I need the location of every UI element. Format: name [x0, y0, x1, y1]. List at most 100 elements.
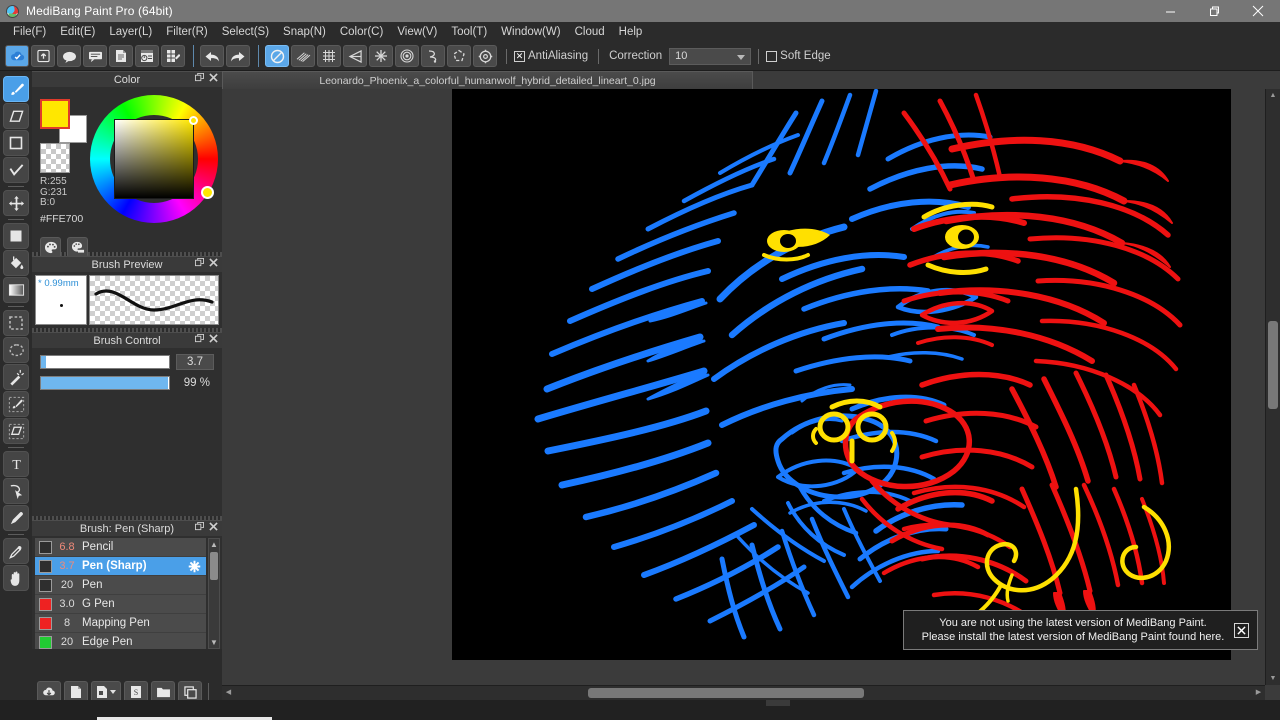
brush-list-item[interactable]: 3.0 G Pen: [35, 595, 206, 614]
brush-list-scrollbar[interactable]: ▲ ▼: [208, 538, 220, 649]
page-icon-button[interactable]: [109, 45, 133, 67]
close-icon[interactable]: [209, 258, 218, 267]
scroll-down-icon[interactable]: ▼: [209, 637, 219, 648]
color-wheel[interactable]: [90, 95, 218, 223]
upload-icon-button[interactable]: [31, 45, 55, 67]
palette-icon-button[interactable]: [40, 237, 61, 258]
tool-select-eraser[interactable]: [3, 418, 29, 444]
canvas-vertical-scrollbar[interactable]: ▲ ▼: [1265, 89, 1280, 685]
menu-snap[interactable]: Snap(N): [276, 24, 333, 41]
tool-gradient[interactable]: [3, 277, 29, 303]
undo-arrow-icon-button[interactable]: [200, 45, 224, 67]
brush-size-value[interactable]: 3.7: [176, 354, 214, 370]
tool-fill-rect[interactable]: [3, 223, 29, 249]
close-icon[interactable]: [209, 334, 218, 343]
scroll-up-icon[interactable]: ▲: [209, 539, 219, 550]
brush-color-swatch: [39, 559, 52, 573]
tool-marker[interactable]: [3, 505, 29, 531]
tool-select-lasso[interactable]: [3, 337, 29, 363]
scroll-left-icon[interactable]: ◀: [224, 687, 233, 698]
brush-size-number: 3.0: [59, 598, 75, 610]
brush-opacity-slider[interactable]: [40, 376, 170, 390]
close-icon[interactable]: [209, 522, 218, 531]
polygon-snap-icon-button[interactable]: [447, 45, 471, 67]
vertical-scroll-thumb[interactable]: [1268, 321, 1278, 409]
parallel-lines-icon-button[interactable]: [291, 45, 315, 67]
no-snap-icon-button[interactable]: [265, 45, 289, 67]
color-panel: R:255 G:231 B:0 #FFE700: [32, 87, 222, 258]
saturation-value-square[interactable]: [114, 119, 194, 199]
tool-eyedropper[interactable]: [3, 538, 29, 564]
tool-select-brush[interactable]: [3, 391, 29, 417]
tool-shape[interactable]: [3, 130, 29, 156]
brush-size-slider[interactable]: [40, 355, 170, 369]
float-window-icon[interactable]: [195, 522, 204, 531]
brush-list-item[interactable]: 20 Edge Pen: [35, 633, 206, 649]
perspective-snap-icon-button[interactable]: [343, 45, 367, 67]
palette-swatch-icon-button[interactable]: [67, 237, 88, 258]
notification-close-button[interactable]: [1234, 622, 1249, 638]
float-window-icon[interactable]: [195, 334, 204, 343]
redo-arrow-icon-button[interactable]: [226, 45, 250, 67]
concentric-circles-icon-button[interactable]: [395, 45, 419, 67]
transparent-color-swatch[interactable]: [40, 143, 70, 173]
menu-filter[interactable]: Filter(R): [159, 24, 215, 41]
tool-text[interactable]: T: [3, 451, 29, 477]
menu-window[interactable]: Window(W): [494, 24, 567, 41]
document-tab[interactable]: Leonardo_Phoenix_a_colorful_humanwolf_hy…: [222, 71, 753, 89]
tool-divider: [8, 186, 24, 187]
float-window-icon[interactable]: [195, 258, 204, 267]
tool-bucket[interactable]: [3, 250, 29, 276]
soft-edge-checkbox[interactable]: [766, 50, 778, 62]
menu-help[interactable]: Help: [612, 24, 650, 41]
grid-snap-icon-button[interactable]: [317, 45, 341, 67]
float-window-icon[interactable]: [195, 73, 204, 82]
sv-selector-handle[interactable]: [189, 116, 198, 125]
menu-layer[interactable]: Layer(L): [102, 24, 159, 41]
canvas-viewport[interactable]: [222, 89, 1265, 685]
curve-snap-icon-button[interactable]: [421, 45, 445, 67]
tool-operation[interactable]: [3, 478, 29, 504]
canvas-horizontal-scrollbar[interactable]: ◀ ▶: [222, 685, 1265, 700]
brush-list-item[interactable]: 6.8 Pencil: [35, 538, 206, 557]
cloud-check-icon-button[interactable]: [5, 45, 29, 67]
tool-hand[interactable]: [3, 565, 29, 591]
horizontal-scroll-thumb[interactable]: [588, 688, 864, 698]
brush-list-item[interactable]: 8 Mapping Pen: [35, 614, 206, 633]
menu-file[interactable]: File(F): [6, 24, 53, 41]
scroll-down-icon[interactable]: ▼: [1266, 673, 1280, 684]
menu-view[interactable]: View(V): [390, 24, 444, 41]
tool-eraser[interactable]: [3, 103, 29, 129]
menu-select[interactable]: Select(S): [215, 24, 276, 41]
correction-dropdown[interactable]: 10: [669, 47, 752, 65]
tool-brush-correction[interactable]: [3, 157, 29, 183]
menu-tool[interactable]: Tool(T): [444, 24, 494, 41]
close-button[interactable]: [1236, 0, 1280, 22]
tool-move[interactable]: [3, 190, 29, 216]
tool-select-rect[interactable]: [3, 310, 29, 336]
menu-cloud[interactable]: Cloud: [568, 24, 612, 41]
brush-list-item[interactable]: 3.7 Pen (Sharp): [35, 557, 206, 576]
speech-balloon-icon-button[interactable]: [83, 45, 107, 67]
foreground-color-swatch[interactable]: [40, 99, 70, 129]
gear-icon-button[interactable]: [473, 45, 497, 67]
brush-list-item[interactable]: 20 Pen: [35, 576, 206, 595]
tool-brush[interactable]: [3, 76, 29, 102]
close-icon[interactable]: [209, 73, 218, 82]
hue-selector-handle[interactable]: [201, 186, 214, 199]
radial-snap-icon-button[interactable]: [369, 45, 393, 67]
brush-scroll-thumb[interactable]: [210, 552, 218, 580]
minimize-button[interactable]: [1148, 0, 1192, 22]
grid-edit-icon-button[interactable]: [161, 45, 185, 67]
comment-cloud-icon-button[interactable]: [57, 45, 81, 67]
document-tab-label: Leonardo_Phoenix_a_colorful_humanwolf_hy…: [319, 74, 656, 87]
artboard[interactable]: [452, 89, 1231, 660]
antialiasing-checkbox[interactable]: ✕: [514, 50, 525, 62]
scroll-up-icon[interactable]: ▲: [1266, 90, 1280, 101]
scroll-right-icon[interactable]: ▶: [1254, 687, 1263, 698]
menu-edit[interactable]: Edit(E): [53, 24, 102, 41]
tool-magic-wand[interactable]: [3, 364, 29, 390]
page-timer-icon-button[interactable]: [135, 45, 159, 67]
menu-color[interactable]: Color(C): [333, 24, 390, 41]
restore-button[interactable]: [1192, 0, 1236, 22]
